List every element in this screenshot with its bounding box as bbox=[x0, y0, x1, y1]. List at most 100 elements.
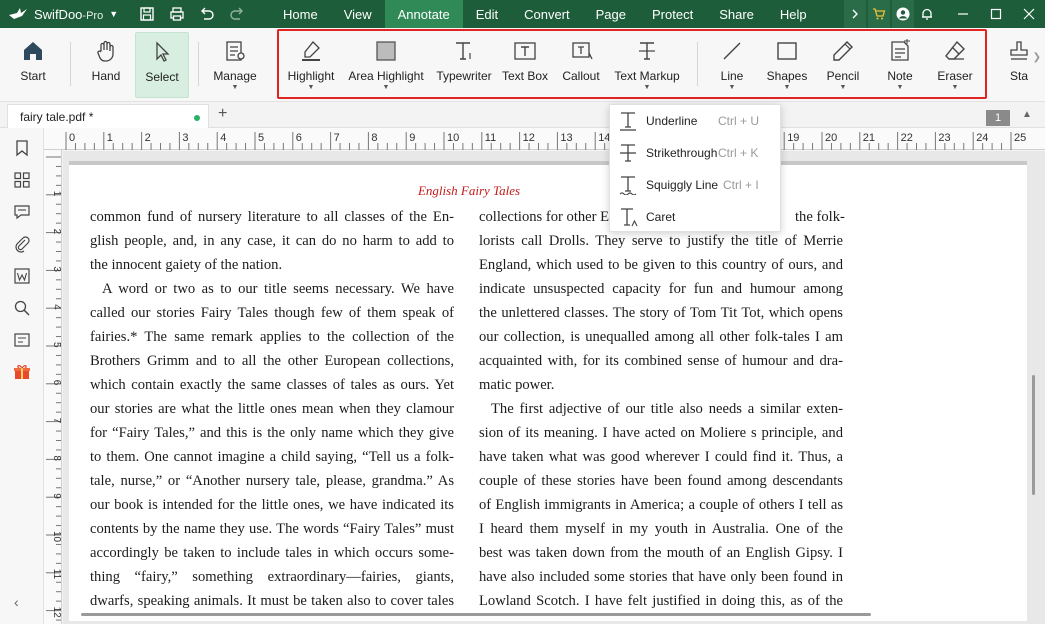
vertical-scrollbar[interactable] bbox=[1032, 375, 1035, 495]
menu-item-squiggly-line[interactable]: Squiggly Line Ctrl + I bbox=[610, 169, 780, 201]
menu-tab-edit[interactable]: Edit bbox=[463, 0, 511, 28]
swifdoo-logo-icon bbox=[9, 8, 27, 19]
menu-tab-convert[interactable]: Convert bbox=[511, 0, 583, 28]
account-icon[interactable] bbox=[892, 0, 914, 28]
horizontal-scrollbar[interactable] bbox=[81, 613, 871, 616]
menu-item-underline[interactable]: Underline Ctrl + U bbox=[610, 105, 780, 137]
unsaved-status-dot-icon bbox=[194, 115, 200, 121]
pdf-page[interactable]: English Fairy Tales common fund of nurse… bbox=[69, 161, 1027, 621]
menu-tab-protect[interactable]: Protect bbox=[639, 0, 706, 28]
collapse-chevron-up-icon[interactable]: ▲ bbox=[1022, 109, 1032, 120]
app-name: SwifDoo-Pro bbox=[34, 7, 103, 22]
text-line: of English immigrants in America; a coup… bbox=[479, 497, 843, 513]
menu-tab-annotate[interactable]: Annotate bbox=[384, 0, 463, 28]
document-canvas[interactable]: English Fairy Tales common fund of nurse… bbox=[63, 151, 1045, 624]
gift-icon[interactable] bbox=[12, 362, 32, 382]
annotate-ribbon: Start Hand Select Manage ▼ Highlight ▼ A… bbox=[0, 28, 1045, 102]
start-button[interactable]: Start bbox=[8, 32, 58, 98]
manage-button[interactable]: Manage ▼ bbox=[208, 32, 262, 98]
text-line: England, which used to be given to this … bbox=[479, 257, 843, 273]
document-tab[interactable]: fairy tale.pdf * bbox=[7, 104, 209, 128]
minimize-icon[interactable] bbox=[946, 0, 979, 28]
horizontal-ruler: 0123456789101112131415161718192021222324… bbox=[44, 128, 1045, 150]
thumbnails-icon[interactable] bbox=[12, 170, 32, 190]
text-line: contents by the name they use. The words… bbox=[90, 521, 454, 537]
text-line: A word or two as to our title seems nece… bbox=[102, 281, 454, 297]
form-fields-icon[interactable] bbox=[12, 330, 32, 350]
text-line: couple of these stories have been found … bbox=[479, 473, 843, 489]
text-line: to them. One cannot imagine a child sayi… bbox=[90, 449, 454, 465]
stamp-button[interactable]: Sta bbox=[1004, 32, 1034, 98]
ruler-label: 22 bbox=[901, 132, 913, 144]
text-line: dwarfs, speaking animals. It must be tak… bbox=[90, 593, 454, 609]
strikethrough-shortcut: Ctrl + K bbox=[718, 146, 759, 160]
cursor-arrow-icon bbox=[156, 41, 170, 62]
menu-item-caret[interactable]: Caret bbox=[610, 201, 780, 233]
underline-shortcut: Ctrl + U bbox=[718, 114, 760, 128]
ruler-label: 2 bbox=[145, 132, 151, 144]
text-line: I heard them myself in my youth in Austr… bbox=[479, 521, 843, 537]
caret-icon bbox=[621, 208, 638, 227]
close-icon[interactable] bbox=[1012, 0, 1045, 28]
home-icon bbox=[24, 42, 42, 60]
attachment-icon[interactable] bbox=[12, 234, 32, 254]
add-tab-plus-icon[interactable]: + bbox=[218, 105, 227, 123]
app-menu-chevron-icon[interactable]: ▼ bbox=[109, 9, 118, 19]
underline-label: Underline bbox=[646, 114, 698, 128]
ruler-label: 13 bbox=[560, 132, 572, 144]
manage-dropdown-chevron-icon[interactable]: ▼ bbox=[232, 84, 239, 91]
bookmark-icon[interactable] bbox=[12, 138, 32, 158]
left-sidebar: ‹ bbox=[0, 128, 44, 624]
app-logo-area[interactable]: SwifDoo-Pro ▼ bbox=[0, 6, 132, 22]
ruler-label: 6 bbox=[51, 380, 62, 386]
text-line: best was taken down from the mouth of an… bbox=[479, 545, 843, 561]
text-line: for “Fairy Tales,” and this is the only … bbox=[90, 425, 454, 441]
menu-tab-page[interactable]: Page bbox=[583, 0, 639, 28]
menu-tab-home[interactable]: Home bbox=[270, 0, 331, 28]
notification-bell-icon[interactable] bbox=[916, 0, 938, 28]
text-line-start: collections for other E bbox=[479, 209, 610, 225]
text-line: The first adjective of our title also ne… bbox=[491, 401, 843, 417]
text-line: which contain exactly the same classes o… bbox=[90, 377, 454, 393]
menu-more-chevron-icon[interactable] bbox=[844, 0, 866, 28]
menu-tab-help[interactable]: Help bbox=[767, 0, 820, 28]
text-line: thing “fairy,” something extraordinary—f… bbox=[90, 569, 454, 585]
menu-item-strikethrough[interactable]: Strikethrough Ctrl + K bbox=[610, 137, 780, 169]
ruler-label: 8 bbox=[51, 455, 62, 461]
menu-tab-share[interactable]: Share bbox=[706, 0, 767, 28]
hand-icon bbox=[97, 40, 114, 62]
text-line: the unlettered classes. The story of Tom… bbox=[479, 305, 843, 321]
ruler-label: 10 bbox=[447, 132, 459, 144]
save-icon[interactable] bbox=[132, 0, 162, 28]
ruler-label: 4 bbox=[51, 304, 62, 310]
text-markup-dropdown-menu: Underline Ctrl + U Strikethrough Ctrl + … bbox=[609, 104, 781, 232]
page-number-badge: 1 bbox=[986, 110, 1010, 126]
menu-tab-view[interactable]: View bbox=[331, 0, 385, 28]
redo-icon[interactable] bbox=[222, 0, 252, 28]
word-convert-icon[interactable] bbox=[12, 266, 32, 286]
sidebar-collapse-chevron-left-icon[interactable]: ‹ bbox=[14, 594, 19, 610]
app-name-text: SwifDoo bbox=[34, 6, 83, 22]
hand-button[interactable]: Hand bbox=[81, 32, 131, 98]
ribbon-separator bbox=[198, 42, 199, 86]
print-icon[interactable] bbox=[162, 0, 192, 28]
ruler-label: 9 bbox=[51, 493, 62, 499]
ruler-label: 3 bbox=[51, 266, 62, 272]
ruler-label: 9 bbox=[409, 132, 415, 144]
underline-icon bbox=[620, 112, 636, 131]
text-line: have taken what was good wherever I coul… bbox=[479, 449, 843, 465]
ruler-label: 12 bbox=[523, 132, 535, 144]
ribbon-scroll-right-chevron-icon[interactable]: ❯ bbox=[1033, 52, 1041, 63]
undo-icon[interactable] bbox=[192, 0, 222, 28]
ruler-label: 11 bbox=[485, 132, 496, 144]
search-icon[interactable] bbox=[12, 298, 32, 318]
select-button[interactable]: Select bbox=[135, 32, 189, 98]
comments-icon[interactable] bbox=[12, 202, 32, 222]
cart-icon[interactable] bbox=[868, 0, 890, 28]
document-tab-bar: fairy tale.pdf * + 1 ▲ bbox=[0, 102, 1045, 128]
maximize-icon[interactable] bbox=[979, 0, 1012, 28]
text-line: acquainted with, for its combined sense … bbox=[479, 353, 843, 369]
horizontal-ruler-ticks: 0123456789101112131415161718192021222324… bbox=[65, 132, 1026, 150]
manage-label: Manage bbox=[213, 69, 257, 83]
squiggly-line-icon bbox=[619, 176, 637, 195]
